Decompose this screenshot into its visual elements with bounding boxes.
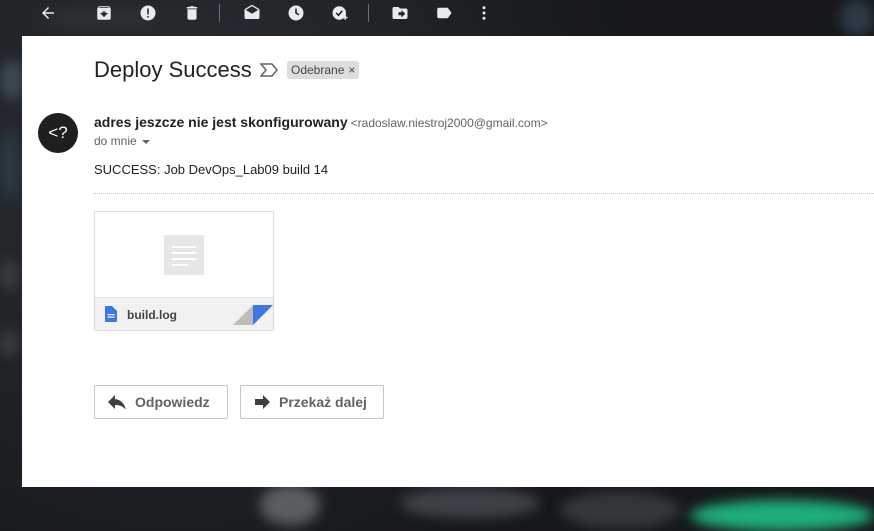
mark-unread-icon[interactable] [241,2,263,24]
importance-marker-icon[interactable] [259,63,278,82]
delete-icon[interactable] [181,2,203,24]
snooze-icon[interactable] [285,2,307,24]
label-icon[interactable] [433,2,455,24]
reply-label: Odpowiedz [135,394,210,410]
attachment-filename: build.log [127,308,177,322]
sender-email: <radoslaw.niestroj2000@gmail.com> [350,116,548,130]
message-toolbar [0,0,874,26]
message-body: SUCCESS: Job DevOps_Lab09 build 14 [94,162,329,177]
inbox-label-chip: Odebrane × [287,61,360,79]
remove-label-button[interactable]: × [348,61,355,79]
recipient-label: do mnie [94,134,137,148]
reply-button[interactable]: Odpowiedz [94,385,228,419]
message-subject: Deploy Success [94,57,252,82]
toolbar-separator [368,4,369,22]
forward-label: Przekaż dalej [279,394,367,410]
attachment-preview [95,212,273,297]
recipient-details-toggle[interactable]: do mnie [94,134,151,148]
forward-icon [255,395,270,409]
forward-button[interactable]: Przekaż dalej [240,385,384,419]
sender-avatar: <? [38,113,78,153]
archive-icon[interactable] [93,2,115,24]
file-icon [105,306,117,327]
document-preview-icon [164,235,204,275]
more-options-icon[interactable] [473,2,495,24]
sender-name[interactable]: adres jeszcze nie jest skonfigurowany [94,114,348,130]
attachment-type-corner-icon [233,305,273,330]
message-panel: Deploy Success Odebrane × <? adres jeszc… [22,36,874,487]
move-to-icon[interactable] [389,2,411,24]
reply-icon [108,395,126,409]
add-task-icon[interactable] [329,2,351,24]
chevron-down-icon [141,134,151,148]
attachment-card[interactable]: build.log [94,211,274,331]
sender-line: adres jeszcze nie jest skonfigurowany <ra… [94,114,548,130]
label-chip-text: Odebrane [291,63,345,77]
toolbar-separator [219,4,220,22]
attachments-divider [94,193,874,194]
report-spam-icon[interactable] [137,2,159,24]
back-arrow-icon[interactable] [37,2,59,24]
